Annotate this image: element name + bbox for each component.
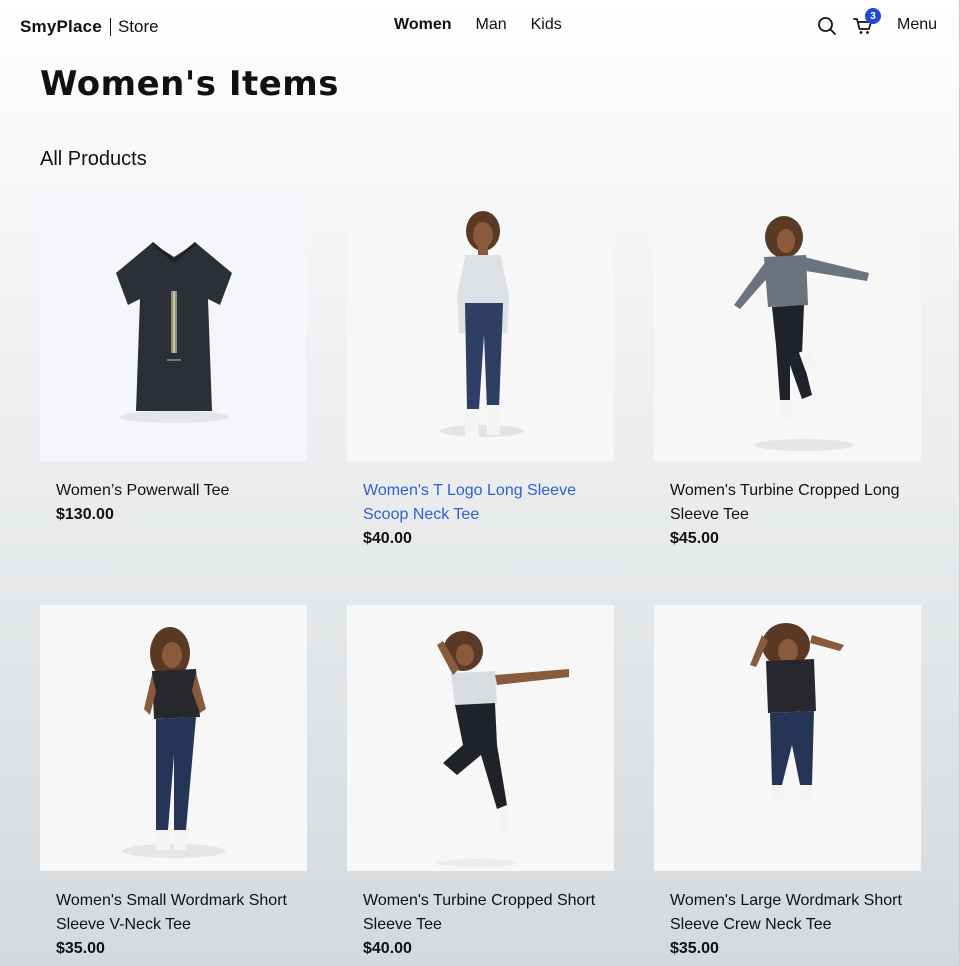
nav-item-man[interactable]: Man [475,16,506,34]
model-image [750,623,844,799]
product-price: $130.00 [56,506,114,523]
product-image[interactable] [654,195,921,461]
top-nav-bar: SmyPlace Store Women Man Kids 3 Menu [0,0,960,52]
brand-divider [109,18,111,36]
tee-image [116,241,232,423]
product-card[interactable]: Women’s Powerwall Tee $130.00 [40,195,307,527]
product-image[interactable] [347,605,614,871]
nav-item-women[interactable]: Women [394,16,451,34]
store-page: SmyPlace Store Women Man Kids 3 Menu Wom… [0,0,960,966]
product-card[interactable]: Women's T Logo Long Sleeve Scoop Neck Te… [347,195,614,551]
product-image[interactable] [654,605,921,871]
product-image[interactable] [40,605,307,871]
model-image [734,216,869,451]
search-button[interactable] [816,15,838,37]
product-name[interactable]: Women's Turbine Cropped Short Sleeve Tee [363,889,598,937]
product-card[interactable]: Women's Large Wordmark Short Sleeve Crew… [654,605,921,961]
model-image [437,631,569,867]
product-price: $40.00 [363,940,412,957]
product-name[interactable]: Women's Small Wordmark Short Sleeve V-Ne… [56,889,291,937]
model-image [122,627,226,858]
search-icon [818,17,836,35]
product-price: $35.00 [670,940,719,957]
product-name[interactable]: Women's Turbine Cropped Long Sleeve Tee [670,479,905,527]
page-title: Women's Items [40,64,339,104]
cart-count-badge: 3 [865,8,881,24]
brand-logo[interactable]: SmyPlace Store [20,16,159,38]
product-name[interactable]: Women's Large Wordmark Short Sleeve Crew… [670,889,905,937]
section-title: All Products [40,148,147,170]
product-card[interactable]: Women's Turbine Cropped Long Sleeve Tee … [654,195,921,551]
product-price: $35.00 [56,940,105,957]
product-price: $40.00 [363,530,412,547]
category-nav: Women Man Kids [394,16,562,34]
product-image[interactable] [40,195,307,461]
product-name[interactable]: Women's T Logo Long Sleeve Scoop Neck Te… [363,479,598,527]
brand-store-label: Store [117,17,159,36]
menu-button[interactable]: Menu [897,16,937,34]
product-card[interactable]: Women's Turbine Cropped Short Sleeve Tee… [347,605,614,961]
product-name[interactable]: Women’s Powerwall Tee [56,479,291,503]
nav-item-kids[interactable]: Kids [531,16,562,34]
product-card[interactable]: Women's Small Wordmark Short Sleeve V-Ne… [40,605,307,961]
model-image [440,211,524,437]
brand-name: SmyPlace [20,17,102,36]
product-price: $45.00 [670,530,719,547]
product-image[interactable] [347,195,614,461]
